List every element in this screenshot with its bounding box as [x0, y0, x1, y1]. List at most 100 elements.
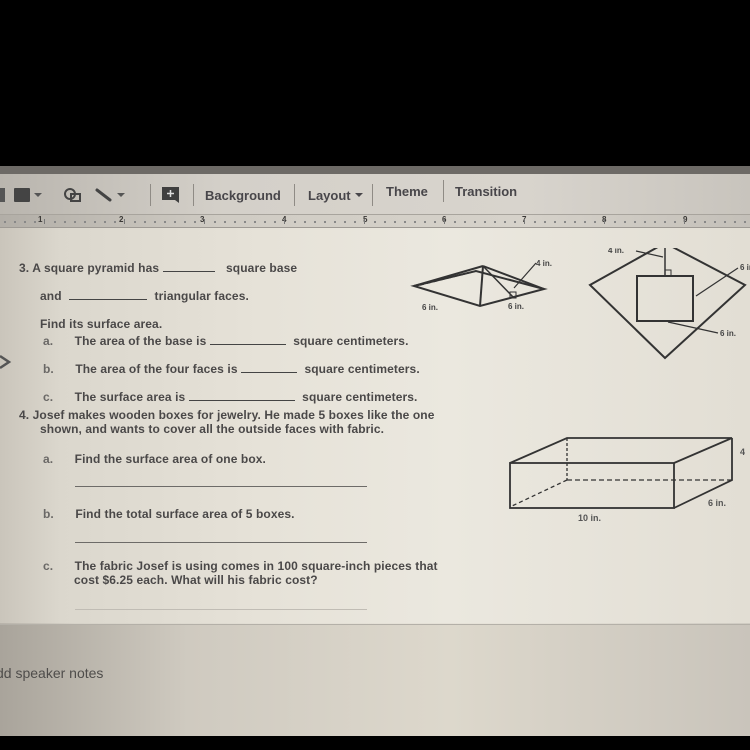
ruler-dot [264, 221, 266, 223]
shape-button[interactable] [63, 184, 83, 206]
box-width-label: 6 in. [708, 498, 726, 508]
ruler-dot [144, 221, 146, 223]
ruler-dot [494, 221, 496, 223]
ruler-dot [14, 221, 16, 223]
ruler-dot [594, 221, 596, 223]
net-side-right-label: 6 in. [740, 263, 750, 272]
pyramid-net-diagram: 4 in. 6 in. 6 in. [588, 248, 750, 360]
ruler-dot [384, 221, 386, 223]
ruler-dot [84, 221, 86, 223]
ruler-dot [734, 221, 736, 223]
ruler-dot [714, 221, 716, 223]
pyramid-diagram: 4 in. 6 in. 6 in. [410, 259, 552, 312]
ruler-tick [124, 219, 125, 224]
ruler-dot [224, 221, 226, 223]
ruler-dot [504, 221, 506, 223]
q3c-answer-blank[interactable] [188, 390, 295, 401]
ruler-tick [604, 219, 605, 224]
box-height-label: 4 [740, 447, 745, 457]
q3-instruction: Find its surface area. [40, 317, 163, 331]
part-text: Find the surface area of one box. [74, 452, 266, 466]
ruler-dot [534, 221, 536, 223]
ruler-dot [514, 221, 516, 223]
ruler-dot [344, 221, 346, 223]
ruler-dot [434, 221, 436, 223]
slide-canvas[interactable]: 3. A square pyramid has square base and … [0, 228, 750, 623]
shape-icon [64, 188, 81, 202]
ruler-dot [394, 221, 396, 223]
net-slant-label: 4 in. [608, 248, 624, 255]
ruler-dot [244, 221, 246, 223]
box-front-face [509, 462, 675, 509]
line-icon [95, 188, 112, 202]
ruler-mark: 1 [38, 215, 43, 224]
toolbar-divider [443, 180, 444, 202]
image-insert-button[interactable] [14, 184, 42, 206]
ruler-dot [334, 221, 336, 223]
ruler-dot [634, 221, 636, 223]
q4a-answer-line[interactable] [75, 486, 367, 487]
part-label: b. [43, 362, 54, 376]
line-button[interactable] [95, 184, 125, 206]
pyramid-slant-label: 4 in. [536, 259, 552, 268]
part-label: a. [43, 334, 54, 348]
q4-text: Josef makes wooden boxes for jewelry. He… [32, 408, 435, 422]
toolbar-edge-icon[interactable] [0, 184, 5, 206]
toolbar-divider [150, 184, 151, 206]
q3-blank-triangular-faces[interactable] [69, 289, 148, 300]
background-button[interactable]: Background [205, 184, 281, 206]
ruler-dot [424, 221, 426, 223]
speaker-notes-panel[interactable]: dd speaker notes [0, 625, 750, 736]
collapse-arrow-icon[interactable] [0, 353, 14, 373]
ruler-dot [374, 221, 376, 223]
q4-part-c: c. The fabric Josef is using comes in 10… [43, 559, 438, 573]
box-top-face [509, 437, 733, 464]
ruler-dot [614, 221, 616, 223]
transition-label: Transition [455, 183, 518, 199]
ruler-dot [694, 221, 696, 223]
ruler-dot [184, 221, 186, 223]
ruler-dot [294, 221, 296, 223]
title-strip [0, 166, 750, 174]
box-length-label: 10 in. [578, 513, 601, 523]
q3-blank-square-base[interactable] [162, 261, 215, 272]
box-hidden-edge [511, 479, 568, 507]
q3-line1: 3. A square pyramid has square base [19, 261, 297, 275]
ruler-dot [74, 221, 76, 223]
ruler-tick [204, 219, 205, 224]
ruler-dot [474, 221, 476, 223]
ruler-dot [454, 221, 456, 223]
q3b-answer-blank[interactable] [241, 362, 298, 373]
ruler-dot [304, 221, 306, 223]
q3-part-a: a. The area of the base is square centim… [43, 334, 409, 348]
q4b-answer-line[interactable] [75, 542, 367, 543]
q3a-answer-blank[interactable] [209, 334, 286, 345]
ruler-dot [704, 221, 706, 223]
ruler-tick [284, 219, 285, 224]
toolbar: Background Layout Theme Transition [0, 174, 750, 215]
speaker-notes-placeholder[interactable]: dd speaker notes [0, 665, 103, 681]
ruler-dot [624, 221, 626, 223]
part-units: square centimeters. [293, 334, 409, 348]
theme-button[interactable]: Theme [386, 180, 428, 202]
ruler-dot [24, 221, 26, 223]
q3-number: 3. [19, 261, 30, 275]
ruler-dot [554, 221, 556, 223]
layout-label: Layout [308, 187, 351, 203]
chevron-down-icon [117, 193, 125, 197]
q3-part-c: c. The surface area is square centimeter… [43, 390, 417, 404]
ruler-dot [404, 221, 406, 223]
q4c-answer-line[interactable] [75, 609, 367, 610]
part-text-line2: cost $6.25 each. What will his fabric co… [74, 573, 318, 587]
horizontal-ruler[interactable]: 1 2 3 4 5 6 7 8 9 [0, 215, 750, 228]
part-text: The surface area is [74, 390, 186, 404]
ruler-tick [684, 219, 685, 224]
pyramid-hidden-edge [419, 270, 477, 286]
add-comment-button[interactable] [161, 184, 181, 206]
theme-label: Theme [386, 183, 428, 199]
q4-part-a: a. Find the surface area of one box. [43, 452, 266, 466]
layout-button[interactable]: Layout [308, 184, 363, 206]
part-text: The area of the four faces is [75, 362, 238, 376]
add-comment-icon [162, 187, 179, 203]
transition-button[interactable]: Transition [455, 180, 517, 202]
